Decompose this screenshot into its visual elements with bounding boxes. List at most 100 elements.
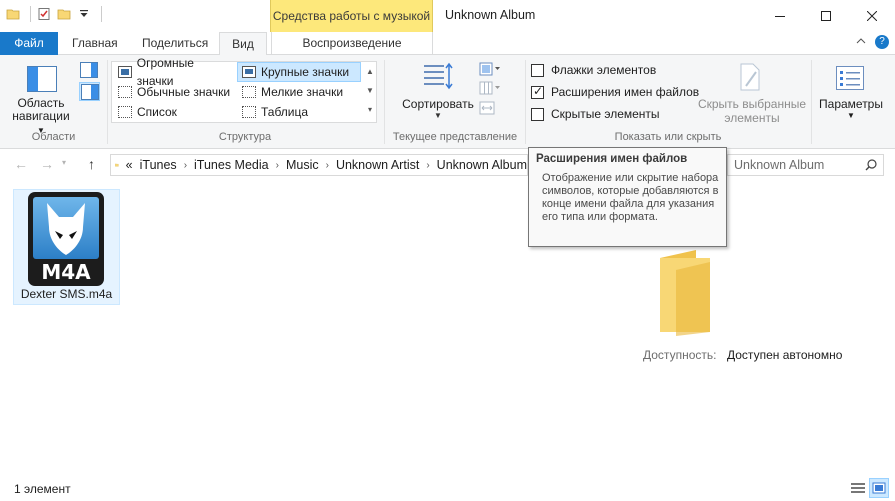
- sort-by-button[interactable]: Сортировать ▼: [398, 97, 478, 120]
- breadcrumb-unknown-album[interactable]: Unknown Album: [437, 158, 527, 172]
- search-input[interactable]: Unknown Album: [727, 154, 884, 176]
- availability-value: Доступен автономно: [727, 348, 843, 362]
- group-by-button[interactable]: [479, 62, 501, 79]
- options-button[interactable]: Параметры ▼: [815, 97, 887, 120]
- group-label-current-view: Текущее представление: [392, 131, 518, 143]
- details-pane-icon: [81, 84, 99, 100]
- customize-qat-icon[interactable]: [77, 7, 91, 21]
- collapse-ribbon-icon[interactable]: [856, 36, 866, 48]
- folder-icon: [656, 248, 716, 339]
- recent-locations-button[interactable]: ▾: [62, 158, 66, 167]
- details-pane-button[interactable]: [79, 82, 100, 101]
- group-label-layout: Структура: [218, 131, 272, 143]
- address-bar[interactable]: « iTunes › iTunes Media › Music › Unknow…: [110, 154, 528, 176]
- tab-home[interactable]: Главная: [62, 32, 128, 55]
- availability-label: Доступность:: [643, 348, 717, 362]
- up-button[interactable]: ↑: [88, 156, 95, 172]
- back-arrow-icon: ←: [14, 156, 28, 172]
- breadcrumb-separator-icon[interactable]: ›: [326, 160, 329, 171]
- layout-list[interactable]: Список: [113, 102, 237, 122]
- file-icon-art: [33, 197, 99, 259]
- breadcrumb-music[interactable]: Music: [286, 158, 319, 172]
- scroll-up-icon[interactable]: ▲: [364, 62, 376, 81]
- folder-icon: [115, 163, 119, 167]
- layout-label: Обычные значки: [137, 85, 231, 99]
- item-count: 1 элемент: [14, 482, 71, 496]
- layout-extra-large-icons[interactable]: Огромные значки: [113, 56, 237, 88]
- minimize-button[interactable]: [757, 0, 803, 32]
- sort-dropdown-icon: ▼: [434, 111, 442, 120]
- close-button[interactable]: [849, 0, 895, 32]
- file-name[interactable]: Dexter SMS.m4a: [13, 287, 120, 301]
- maximize-button[interactable]: [803, 0, 849, 32]
- item-checkboxes-option[interactable]: Флажки элементов: [531, 59, 656, 81]
- tab-file[interactable]: Файл: [0, 32, 58, 55]
- file-badge: M4A: [41, 260, 91, 284]
- breadcrumb-unknown-artist[interactable]: Unknown Artist: [336, 158, 419, 172]
- tab-playback[interactable]: Воспроизведение: [271, 32, 433, 55]
- item-checkboxes-checkbox[interactable]: [531, 63, 544, 77]
- hidden-items-label: Скрытые элементы: [551, 107, 660, 121]
- breadcrumb-itunes[interactable]: iTunes: [140, 158, 177, 172]
- tab-view[interactable]: Вид: [219, 32, 267, 56]
- sort-by-icon: [423, 62, 455, 95]
- details-icon: [242, 106, 256, 118]
- search-icon[interactable]: [865, 159, 877, 171]
- chevron-down-icon: ▾: [62, 158, 67, 167]
- properties-icon[interactable]: [37, 7, 51, 21]
- group-label-show-hide: Показать или скрыть: [614, 131, 722, 143]
- extra-large-icons-icon: [118, 66, 132, 78]
- layout-gallery-scroll[interactable]: ▲ ▼ ▾: [364, 62, 376, 122]
- hidden-items-option[interactable]: Скрытые элементы: [531, 103, 660, 125]
- options-icon: [836, 66, 864, 93]
- breadcrumb-separator-icon[interactable]: ›: [276, 160, 279, 171]
- preview-pane-button[interactable]: [80, 62, 99, 79]
- layout-large-icons[interactable]: Крупные значки: [237, 62, 361, 82]
- breadcrumb-overflow[interactable]: «: [126, 158, 133, 172]
- breadcrumb-separator-icon[interactable]: ›: [184, 160, 187, 171]
- navigation-pane-icon: [27, 66, 57, 95]
- search-placeholder: Unknown Album: [734, 158, 825, 172]
- tab-share[interactable]: Поделиться: [132, 32, 218, 55]
- options-label: Параметры: [819, 97, 883, 111]
- layout-label: Мелкие значки: [261, 85, 344, 99]
- hidden-items-checkbox[interactable]: [531, 107, 544, 121]
- breadcrumb-separator-icon[interactable]: ›: [426, 160, 429, 171]
- hide-selected-button[interactable]: Скрыть выбранные элементы: [697, 97, 807, 125]
- back-button[interactable]: ←: [14, 156, 28, 172]
- alien-logo-icon: [47, 203, 85, 255]
- sort-label: Сортировать: [402, 97, 474, 111]
- layout-medium-icons[interactable]: Обычные значки: [113, 82, 237, 102]
- options-dropdown-icon: ▼: [847, 111, 855, 120]
- layout-details[interactable]: Таблица: [237, 102, 361, 122]
- file-extensions-checkbox[interactable]: [531, 84, 544, 99]
- qat-separator: [30, 6, 31, 22]
- maximize-icon: [821, 11, 831, 21]
- file-extensions-label: Расширения имен файлов: [551, 85, 700, 99]
- group-separator: [811, 60, 812, 144]
- group-label-panes: Области: [31, 131, 76, 143]
- forward-button[interactable]: →: [40, 156, 54, 172]
- gallery-more-icon[interactable]: ▾: [364, 100, 376, 119]
- m4a-file-icon: M4A: [28, 192, 104, 286]
- size-columns-button[interactable]: [479, 101, 495, 118]
- details-view-button[interactable]: [850, 481, 866, 496]
- minimize-icon: [775, 16, 785, 17]
- layout-small-icons[interactable]: Мелкие значки: [237, 82, 361, 102]
- list-icon: [118, 106, 132, 118]
- quick-access-toolbar: [6, 6, 102, 22]
- folder-icon: [6, 9, 20, 20]
- scroll-down-icon[interactable]: ▼: [364, 81, 376, 100]
- layout-label: Крупные значки: [261, 65, 350, 79]
- help-icon[interactable]: ?: [875, 35, 889, 49]
- qat-separator: [101, 6, 102, 22]
- size-columns-icon: [479, 101, 495, 115]
- breadcrumb-itunes-media[interactable]: iTunes Media: [194, 158, 269, 172]
- file-extensions-option[interactable]: Расширения имен файлов: [531, 81, 699, 103]
- new-folder-icon[interactable]: [57, 7, 71, 21]
- large-icons-view-button[interactable]: [869, 478, 889, 498]
- large-icons-icon: [242, 66, 256, 78]
- window-title: Unknown Album: [445, 8, 536, 22]
- item-checkboxes-label: Флажки элементов: [551, 63, 657, 77]
- add-columns-button[interactable]: [479, 81, 501, 98]
